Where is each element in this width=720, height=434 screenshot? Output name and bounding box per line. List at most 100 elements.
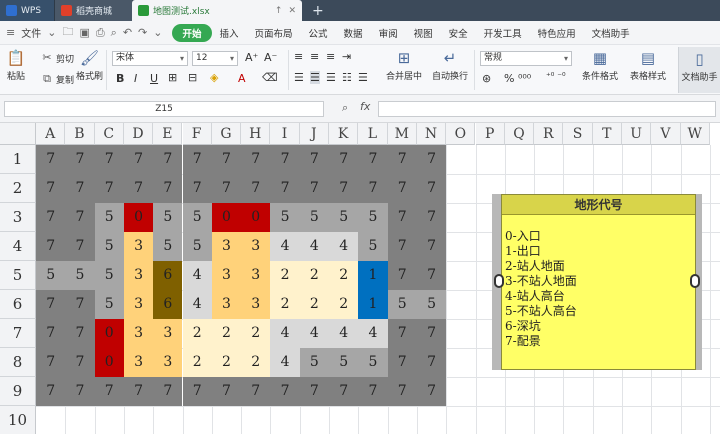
column-header-f[interactable]: F — [182, 123, 212, 145]
cell-d8[interactable]: 3 — [123, 348, 154, 377]
cell-d1[interactable]: 7 — [123, 145, 154, 174]
column-header-k[interactable]: K — [329, 123, 359, 145]
font-color-icon[interactable]: A — [238, 72, 246, 85]
cell-f1[interactable]: 7 — [182, 145, 212, 174]
cell-i3[interactable]: 5 — [270, 203, 300, 232]
cell-c3[interactable]: 5 — [94, 203, 124, 232]
column-header-j[interactable]: J — [299, 123, 329, 145]
menu-tab-formulas[interactable]: 公式 — [301, 26, 336, 40]
column-header-u[interactable]: U — [622, 123, 652, 145]
cell-i1[interactable]: 7 — [270, 145, 300, 174]
align-bottom-icon[interactable]: ≡ — [326, 50, 335, 63]
column-header-d[interactable]: D — [123, 123, 154, 145]
cell-e1[interactable]: 7 — [153, 145, 183, 174]
cell-l3[interactable]: 5 — [358, 203, 388, 232]
cell-d2[interactable]: 7 — [123, 174, 154, 203]
menu-tab-view[interactable]: 视图 — [406, 26, 441, 40]
menu-tab-review[interactable]: 审阅 — [371, 26, 406, 40]
cell-b6[interactable]: 7 — [65, 290, 95, 319]
cell-n4[interactable]: 7 — [416, 232, 447, 261]
cell-n7[interactable]: 7 — [416, 319, 447, 348]
column-header-v[interactable]: V — [651, 123, 681, 145]
hamburger-menu-icon[interactable]: ≡ — [6, 26, 15, 39]
cell-g4[interactable]: 3 — [211, 232, 242, 261]
cell-m8[interactable]: 7 — [387, 348, 417, 377]
cell-k7[interactable]: 4 — [329, 319, 359, 348]
menu-tab-insert[interactable]: 插入 — [212, 26, 247, 40]
cell-f8[interactable]: 2 — [182, 348, 212, 377]
cell-j4[interactable]: 4 — [299, 232, 329, 261]
cell-e2[interactable]: 7 — [153, 174, 183, 203]
cell-g7[interactable]: 2 — [211, 319, 242, 348]
column-header-i[interactable]: I — [270, 123, 300, 145]
cell-h9[interactable]: 7 — [241, 377, 271, 406]
row-header-9[interactable]: 9 — [0, 377, 36, 406]
merge-cells-icon[interactable]: ⊟ — [188, 71, 197, 84]
copy-button[interactable]: ⧉ 复制 — [40, 72, 74, 86]
save-icon[interactable]: ▣ — [79, 26, 89, 39]
new-tab-button[interactable]: + — [302, 0, 334, 21]
menu-tab-data[interactable]: 数据 — [336, 26, 371, 40]
print-icon[interactable]: ⎙ — [96, 26, 105, 40]
row-header-2[interactable]: 2 — [0, 174, 36, 203]
pin-icon[interactable]: ↑ — [275, 6, 283, 16]
cell-n1[interactable]: 7 — [416, 145, 447, 174]
cell-c2[interactable]: 7 — [94, 174, 124, 203]
column-header-e[interactable]: E — [153, 123, 183, 145]
cell-h6[interactable]: 3 — [241, 290, 271, 319]
conditional-format-button[interactable]: ▦ 条件格式 — [582, 49, 618, 82]
cell-l1[interactable]: 7 — [358, 145, 388, 174]
cell-a7[interactable]: 7 — [36, 319, 66, 348]
cell-m1[interactable]: 7 — [387, 145, 417, 174]
cell-c9[interactable]: 7 — [94, 377, 124, 406]
cell-n3[interactable]: 7 — [416, 203, 447, 232]
menu-tab-home[interactable]: 开始 — [172, 23, 212, 42]
cell-c6[interactable]: 5 — [94, 290, 124, 319]
cell-m2[interactable]: 7 — [387, 174, 417, 203]
align-left-icon[interactable]: ☰ — [294, 71, 304, 84]
cell-d9[interactable]: 7 — [123, 377, 154, 406]
cell-i9[interactable]: 7 — [270, 377, 300, 406]
increase-font-icon[interactable]: A⁺ — [245, 51, 258, 64]
cell-d7[interactable]: 3 — [123, 319, 154, 348]
cell-i4[interactable]: 4 — [270, 232, 300, 261]
row-header-4[interactable]: 4 — [0, 232, 36, 261]
chevron-down-icon[interactable]: ⌄ — [47, 26, 56, 39]
merge-center-button[interactable]: ⊞ 合并居中 — [386, 49, 422, 82]
bold-button[interactable]: B — [116, 72, 124, 85]
column-header-w[interactable]: W — [680, 123, 710, 145]
column-header-b[interactable]: B — [65, 123, 95, 145]
row-header-8[interactable]: 8 — [0, 348, 36, 377]
row-header-5[interactable]: 5 — [0, 261, 36, 290]
align-middle-icon[interactable]: ≡ — [310, 50, 319, 63]
row-header-6[interactable]: 6 — [0, 290, 36, 319]
column-header-s[interactable]: S — [563, 123, 593, 145]
column-header-a[interactable]: A — [36, 123, 66, 145]
zoom-search-icon[interactable]: ⌕ — [342, 101, 348, 115]
cell-h3[interactable]: 0 — [241, 203, 271, 232]
cell-k3[interactable]: 5 — [329, 203, 359, 232]
cut-button[interactable]: ✂ 剪切 — [40, 51, 74, 65]
file-menu[interactable]: 文件 — [21, 25, 41, 40]
row-header-10[interactable]: 10 — [0, 406, 36, 434]
column-header-o[interactable]: O — [446, 123, 476, 145]
cell-m9[interactable]: 7 — [387, 377, 417, 406]
cell-h7[interactable]: 2 — [241, 319, 271, 348]
cell-g6[interactable]: 3 — [211, 290, 242, 319]
cell-l7[interactable]: 4 — [358, 319, 388, 348]
column-header-r[interactable]: R — [534, 123, 564, 145]
tab-docer-store[interactable]: 稻壳商城 — [54, 0, 132, 21]
cell-b3[interactable]: 7 — [65, 203, 95, 232]
cell-j8[interactable]: 5 — [299, 348, 329, 377]
cell-k2[interactable]: 7 — [329, 174, 359, 203]
font-name-select[interactable]: 宋体 ▾ — [112, 51, 188, 66]
cell-l8[interactable]: 5 — [358, 348, 388, 377]
column-header-l[interactable]: L — [358, 123, 388, 145]
cell-n6[interactable]: 5 — [416, 290, 447, 319]
decimal-buttons[interactable]: ⁺⁰ ⁻⁰ — [546, 72, 566, 82]
distribute-icon[interactable]: ☷ — [342, 71, 352, 84]
cell-k4[interactable]: 4 — [329, 232, 359, 261]
table-style-button[interactable]: ▤ 表格样式 — [630, 49, 666, 82]
cell-c8[interactable]: 0 — [94, 348, 124, 377]
cell-a9[interactable]: 7 — [36, 377, 66, 406]
